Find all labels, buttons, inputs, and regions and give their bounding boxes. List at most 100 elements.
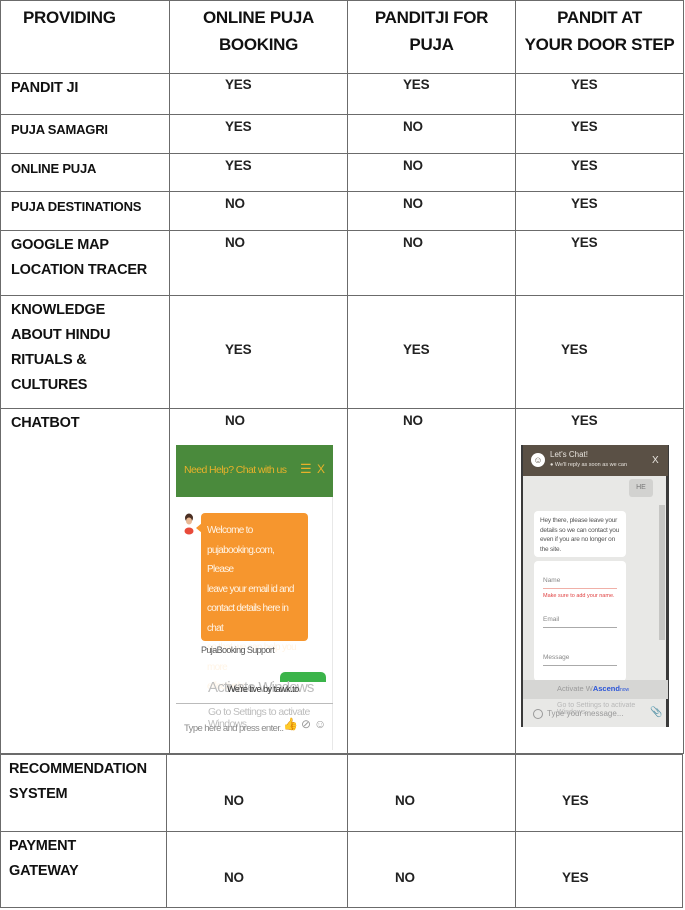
feature-cell: GOOGLE MAP LOCATION TRACER (0, 230, 170, 296)
value-cell: YES (515, 114, 684, 154)
value-cell: NO (347, 230, 516, 296)
name-field-underline (543, 588, 617, 589)
feature-label: LOCATION TRACER (11, 262, 148, 278)
chat-input[interactable]: Type here and press enter.. (184, 723, 284, 734)
chat-header: ☺ Let's Chat! ● We'll reply as soon as w… (523, 445, 668, 476)
value-text: NO (225, 413, 245, 428)
attachment-icon[interactable]: 📎 (650, 707, 662, 718)
feature-cell: PUJA SAMAGRI (0, 114, 170, 154)
activate-windows-watermark: Activate W (557, 684, 593, 693)
sender-name: PujaBooking Support (201, 645, 275, 655)
value-text: YES (225, 158, 252, 173)
value-cell: NO (347, 831, 516, 908)
email-field[interactable]: Email (543, 616, 559, 623)
chat-header-title: Let's Chat! (550, 450, 588, 459)
table-row: ONLINE PUJA YES NO YES (0, 153, 684, 192)
header-text: PROVIDING (23, 8, 116, 27)
value-cell: YES (515, 73, 684, 115)
value-text: YES (403, 77, 430, 92)
table-row: GOOGLE MAP LOCATION TRACER NO NO YES (0, 230, 684, 296)
feature-label: RITUALS & (11, 352, 87, 368)
smiley-avatar-icon: ☺ (531, 453, 545, 467)
value-text: YES (225, 119, 252, 134)
value-cell: YES (515, 295, 684, 409)
feature-label: SYSTEM (9, 786, 68, 802)
name-error-text: Make sure to add your name. (543, 593, 615, 599)
chat-input-placeholder: Type your message... (547, 709, 624, 719)
value-cell: YES (347, 73, 516, 115)
header-text: PUJA (409, 35, 454, 54)
value-text: YES (403, 341, 430, 357)
feature-label: PUJA SAMAGRI (11, 122, 108, 137)
bot-message-line: leave your email id and (207, 583, 294, 595)
value-text: YES (562, 793, 589, 808)
value-cell: YES (515, 754, 683, 832)
bot-message-line: Welcome to (207, 525, 253, 536)
message-field-underline (543, 665, 617, 666)
feature-cell: PAYMENT GATEWAY (0, 831, 167, 908)
feature-label: CHATBOT (11, 415, 80, 431)
value-text: YES (561, 341, 588, 357)
value-cell: NO (169, 230, 348, 296)
value-text: YES (225, 77, 252, 92)
value-cell: YES (515, 831, 683, 908)
scrollbar[interactable] (659, 505, 665, 640)
chat-header-title: Need Help? Chat with us (184, 464, 287, 476)
feature-cell: CHATBOT (0, 408, 170, 754)
value-cell: YES (169, 114, 348, 154)
chat-header-subtitle: ● We'll reply as soon as we can (550, 462, 628, 468)
feature-cell: KNOWLEDGE ABOUT HINDU RITUALS & CULTURES (0, 295, 170, 409)
header-text: ONLINE PUJA (203, 8, 314, 27)
feature-label: CULTURES (11, 377, 88, 393)
table-row: PAYMENT GATEWAY NO NO YES (0, 831, 683, 908)
feature-label: ONLINE PUJA (11, 161, 97, 176)
chat-header: Need Help? Chat with us ☰ X (176, 445, 333, 497)
chat-widget-lets-chat: ☺ Let's Chat! ● We'll reply as soon as w… (521, 445, 669, 727)
agent-avatar-icon (184, 513, 194, 535)
value-text: NO (403, 158, 423, 173)
value-text: NO (403, 196, 423, 211)
feature-label: ABOUT HINDU (11, 327, 111, 343)
value-text: NO (403, 413, 423, 428)
value-cell: YES (169, 73, 348, 115)
close-icon[interactable]: X (317, 462, 325, 476)
close-icon[interactable]: X (652, 455, 659, 466)
name-field[interactable]: Name (543, 577, 560, 584)
brand-label: Ascend (592, 684, 620, 693)
chat-input[interactable]: Type your message... (533, 709, 623, 719)
contact-form: Name Make sure to add your name. Email M… (534, 561, 626, 681)
value-cell: YES (169, 153, 348, 192)
emoji-icon[interactable] (533, 709, 543, 719)
message-field[interactable]: Message (543, 654, 569, 661)
value-cell: YES (515, 153, 684, 192)
header-panditji-for-puja: PANDITJI FOR PUJA (347, 0, 516, 74)
email-field-underline (543, 627, 617, 628)
value-cell: NO (347, 153, 516, 192)
header-row: PROVIDING ONLINE PUJA BOOKING PANDITJI FO… (0, 0, 684, 74)
value-cell: NO (166, 831, 348, 908)
value-text: NO (395, 793, 415, 808)
table-row: PUJA DESTINATIONS NO NO YES (0, 191, 684, 231)
header-text: PANDITJI FOR (374, 8, 489, 27)
value-text: YES (571, 158, 598, 173)
table-row: KNOWLEDGE ABOUT HINDU RITUALS & CULTURES YE… (0, 295, 684, 409)
emoji-icon[interactable]: ☺ (314, 717, 329, 731)
value-text: YES (571, 119, 598, 134)
attachment-icon[interactable]: ⊘ (301, 717, 314, 731)
branding-text: Activate WAscendnow (557, 684, 629, 693)
header-online-puja-booking: ONLINE PUJA BOOKING (169, 0, 348, 74)
value-text: NO (403, 235, 423, 250)
value-cell: YES (515, 230, 684, 296)
thumbs-up-icon[interactable]: 👍 (283, 717, 301, 731)
value-cell: NO (347, 754, 516, 832)
branding-bar: Activate WAscendnow (523, 680, 668, 699)
value-text: NO (224, 793, 244, 808)
bot-message-line: pujabooking.com, Please (207, 544, 275, 576)
value-text: YES (571, 413, 598, 428)
menu-icon[interactable]: ☰ (300, 461, 312, 477)
bot-message-line: contact details here in chat (207, 603, 289, 634)
value-cell: NO (347, 114, 516, 154)
header-text: BOOKING (218, 35, 299, 54)
feature-label: PAYMENT (9, 838, 77, 854)
table-row: PANDIT JI YES YES YES (0, 73, 684, 115)
